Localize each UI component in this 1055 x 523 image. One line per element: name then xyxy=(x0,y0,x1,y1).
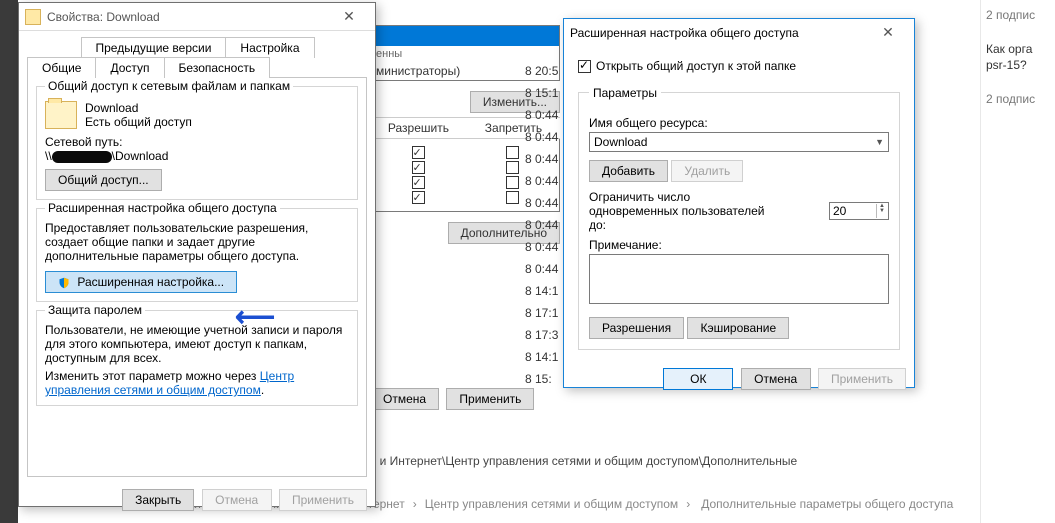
cancel-button: Отмена xyxy=(202,489,272,511)
apply-button: Применить xyxy=(279,489,367,511)
remove-share-button: Удалить xyxy=(671,160,743,182)
network-path-label: Сетевой путь: xyxy=(45,135,349,149)
tab-sharing[interactable]: Доступ xyxy=(95,57,164,78)
titlebar[interactable]: Свойства: Download ✕ xyxy=(19,3,375,31)
share-button[interactable]: Общий доступ... xyxy=(45,169,162,191)
network-sharing-legend: Общий доступ к сетевым файлам и папкам xyxy=(45,79,293,93)
dialog-title: Свойства: Download xyxy=(47,10,329,24)
shield-icon xyxy=(58,277,70,289)
note-textarea[interactable] xyxy=(589,254,889,304)
properties-dialog: Свойства: Download ✕ Предыдущие версии Н… xyxy=(18,2,376,507)
share-name-label: Имя общего ресурса: xyxy=(589,116,889,130)
bg-apply[interactable]: Применить xyxy=(446,388,534,410)
checkbox-icon xyxy=(578,60,591,73)
password-protect-desc: Пользователи, не имеющие учетной записи … xyxy=(45,323,349,365)
limit-users-input[interactable]: 20 ▲▼ xyxy=(829,202,889,220)
folder-icon xyxy=(25,9,41,25)
note-label: Примечание: xyxy=(589,238,889,252)
adv-apply-button: Применить xyxy=(818,368,906,390)
adv-dialog-title: Расширенная настройка общего доступа xyxy=(570,26,868,40)
advanced-sharing-dialog: Расширенная настройка общего доступа ✕ О… xyxy=(563,18,915,388)
bg-time-column: 8 20:58 15:18 0:44 8 0:448 0:448 0:44 8 … xyxy=(525,60,558,390)
params-fieldset: Параметры Имя общего ресурса: Download ▼… xyxy=(578,86,900,350)
spinner-icon[interactable]: ▲▼ xyxy=(876,204,885,218)
bg-footer-buttons: Отмена Применить xyxy=(370,388,538,410)
adv-titlebar[interactable]: Расширенная настройка общего доступа ✕ xyxy=(564,19,914,47)
tab-customize[interactable]: Настройка xyxy=(225,37,314,58)
tab-security[interactable]: Безопасность xyxy=(164,57,271,78)
folder-status: Есть общий доступ xyxy=(85,115,192,129)
col-allow: Разрешить xyxy=(388,121,449,135)
bg-breadcrumb-path: ь и Интернет\Центр управления сетями и о… xyxy=(370,454,797,468)
chevron-down-icon: ▼ xyxy=(875,137,884,147)
folder-name: Download xyxy=(85,101,192,115)
bg-cancel[interactable]: Отмена xyxy=(370,388,439,410)
caching-button[interactable]: Кэширование xyxy=(687,317,789,339)
right-sidebar: 2 подпис Как орга psr-15? 2 подпис xyxy=(980,0,1055,523)
permissions-button[interactable]: Разрешения xyxy=(589,317,684,339)
add-share-button[interactable]: Добавить xyxy=(589,160,668,182)
adv-ok-button[interactable]: ОК xyxy=(663,368,733,390)
password-protect-change: Изменить этот параметр можно через Центр… xyxy=(45,369,349,397)
close-icon[interactable]: ✕ xyxy=(329,5,369,29)
share-name-select[interactable]: Download ▼ xyxy=(589,132,889,152)
params-legend: Параметры xyxy=(589,86,661,100)
limit-users-label: Ограничить число одновременных пользоват… xyxy=(589,190,779,232)
advanced-sharing-legend: Расширенная настройка общего доступа xyxy=(45,201,280,215)
network-path-value: \\\Download xyxy=(45,149,349,163)
adv-close-icon[interactable]: ✕ xyxy=(868,21,908,45)
password-protect-legend: Защита паролем xyxy=(45,303,145,317)
tab-previous-versions[interactable]: Предыдущие версии xyxy=(81,37,227,58)
close-button[interactable]: Закрыть xyxy=(122,489,194,511)
adv-cancel-button[interactable]: Отмена xyxy=(741,368,811,390)
advanced-desc: Предоставляет пользовательские разрешени… xyxy=(45,221,349,263)
enable-share-checkbox[interactable]: Открыть общий доступ к этой папке xyxy=(578,59,796,73)
share-folder-icon xyxy=(45,101,77,129)
advanced-sharing-button[interactable]: Расширенная настройка... xyxy=(45,271,237,293)
redacted-hostname xyxy=(52,151,112,163)
tab-general[interactable]: Общие xyxy=(27,57,96,78)
